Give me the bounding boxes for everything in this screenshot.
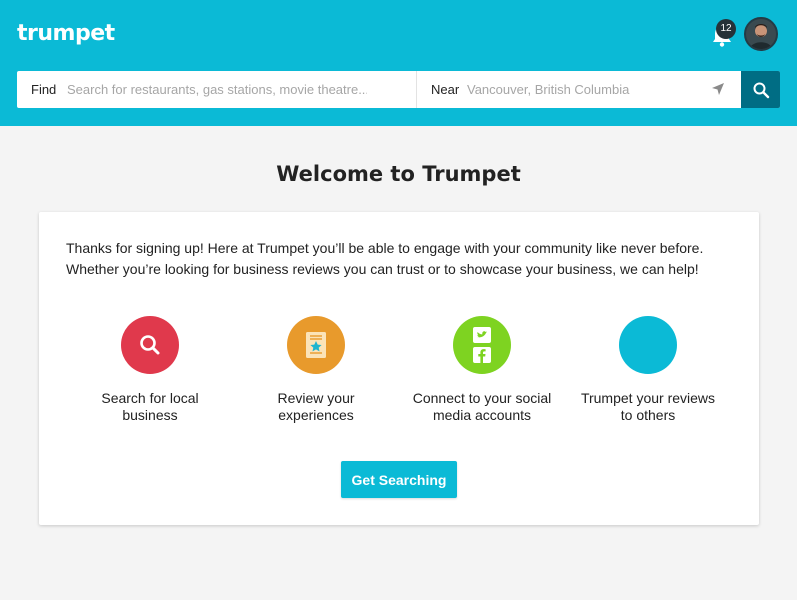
search-bar: Find Near [17,71,780,108]
near-label: Near [431,82,460,97]
welcome-card: Thanks for signing up! Here at Trumpet y… [39,212,759,525]
find-segment: Find [17,71,417,108]
intro-line-2: Whether you’re looking for business revi… [66,261,699,277]
trumpet-logo[interactable]: trumpet [17,18,148,48]
user-avatar[interactable] [744,17,778,51]
feature-social-label: Connect to your social media accounts [402,390,562,424]
feature-trumpet-line2: to others [620,407,676,423]
intro-text: Thanks for signing up! Here at Trumpet y… [66,238,736,280]
feature-review-circle [287,316,345,374]
locate-arrow-icon[interactable] [711,82,725,96]
top-header: trumpet 12 Find Near [0,0,797,126]
review-star-icon [306,332,326,358]
feature-trumpet-circle [619,316,677,374]
feature-social-circle [453,316,511,374]
logo-wordmark: trumpet [17,20,115,46]
search-button[interactable] [741,71,780,108]
feature-trumpet: Trumpet your reviews to others [568,316,728,424]
search-icon [753,82,769,98]
trumpet-logo-icon [643,333,659,357]
feature-social-line2: media accounts [432,407,532,423]
feature-search-line1: Search for local [101,390,199,406]
social-media-icon [473,327,491,363]
feature-trumpet-label: Trumpet your reviews to others [568,390,728,424]
notification-count-badge[interactable]: 12 [716,19,736,39]
feature-social-line1: Connect to your social [412,390,552,406]
feature-social: Connect to your social media accounts [402,316,562,424]
feature-search: Search for local business [70,316,230,424]
find-search-input[interactable] [67,71,367,108]
feature-search-circle [121,316,179,374]
feature-review-label: Review your experiences [236,390,396,424]
feature-search-label: Search for local business [70,390,230,424]
near-location-input[interactable] [467,71,707,108]
feature-review: Review your experiences [236,316,396,424]
page-title: Welcome to Trumpet [276,162,521,186]
feature-search-line2: business [122,407,178,423]
feature-review-line1: Review your [277,390,355,406]
feature-review-line2: experiences [278,407,354,423]
trumpet-logo-icon [127,21,144,45]
near-segment: Near [417,71,741,108]
get-searching-button[interactable]: Get Searching [341,461,457,498]
search-icon [140,335,160,355]
feature-trumpet-line1: Trumpet your reviews [580,390,716,406]
intro-line-1: Thanks for signing up! Here at Trumpet y… [66,240,704,256]
avatar-photo [746,19,776,49]
find-label: Find [31,82,57,97]
